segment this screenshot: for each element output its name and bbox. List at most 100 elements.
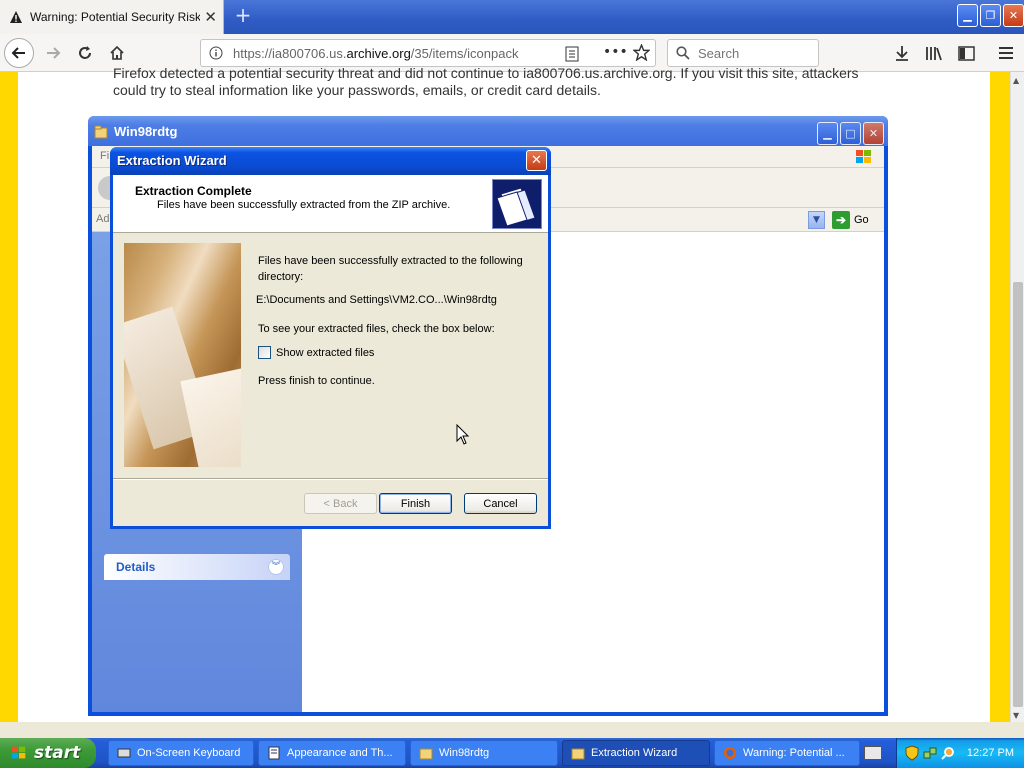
explorer-close-button[interactable]: ✕	[863, 122, 884, 145]
close-button[interactable]: ✕	[1003, 4, 1024, 27]
details-panel-header[interactable]: Details ︾	[104, 554, 290, 580]
taskbar: start On-Screen Keyboard Appearance and …	[0, 738, 1024, 768]
back-button-wizard[interactable]: < Back	[304, 493, 377, 514]
taskbar-item-label: Appearance and Th...	[287, 747, 393, 759]
reload-button[interactable]	[70, 38, 100, 68]
language-bar-icon[interactable]	[864, 746, 882, 760]
extract-path: E:\Documents and Settings\VM2.CO...\Win9…	[256, 294, 497, 306]
new-tab-icon[interactable]: +	[232, 4, 254, 28]
wizard-header-title: Extraction Complete	[135, 184, 252, 198]
details-label: Details	[116, 560, 156, 574]
back-button[interactable]	[4, 38, 34, 68]
extraction-wizard-dialog: Extraction Wizard ✕ Extraction Complete …	[110, 147, 551, 529]
success-line: Files have been successfully extracted t…	[258, 255, 523, 267]
sidebar-icon[interactable]	[956, 43, 976, 63]
taskbar-item-label: On-Screen Keyboard	[137, 747, 241, 759]
taskbar-item-label: Extraction Wizard	[591, 747, 678, 759]
url-text: https://ia800706.us.archive.org/35/items…	[233, 45, 519, 61]
checkbox-box[interactable]	[258, 346, 271, 359]
menu-file[interactable]: Fi	[100, 150, 109, 162]
warning-icon	[8, 9, 24, 25]
scroll-down-icon[interactable]: ▼	[1013, 711, 1019, 720]
start-label: start	[34, 743, 81, 763]
forward-button[interactable]	[38, 38, 68, 68]
browser-window-controls: ▁ ❐ ✕	[957, 4, 1024, 27]
search-icon	[676, 46, 690, 60]
wizard-title: Extraction Wizard	[117, 153, 227, 168]
explorer-titlebar[interactable]	[88, 116, 888, 146]
minimize-button[interactable]: ▁	[957, 4, 978, 27]
checkbox-label[interactable]: Show extracted files	[276, 347, 374, 359]
explorer-window-controls: ▁ □ ✕	[817, 122, 884, 145]
keyboard-icon	[117, 748, 131, 758]
tab-close-icon[interactable]: ✕	[204, 8, 217, 26]
folder-small-icon	[571, 748, 585, 760]
page-scrollbar[interactable]: ▲ ▼	[1010, 72, 1024, 722]
folder-icon	[94, 124, 108, 143]
zip-folder-small-icon	[419, 748, 433, 760]
home-button[interactable]	[102, 38, 132, 68]
wizard-header-subtitle: Files have been successfully extracted f…	[157, 199, 451, 211]
network-icon[interactable]	[923, 746, 937, 760]
zip-folder-icon	[492, 179, 542, 229]
library-icon[interactable]	[924, 43, 944, 63]
taskbar-item-win98rdtg[interactable]: Win98rdtg	[410, 740, 558, 766]
scroll-up-icon[interactable]: ▲	[1013, 76, 1019, 85]
success-line-2: directory:	[258, 271, 304, 283]
start-button[interactable]: start	[0, 738, 96, 768]
cancel-button[interactable]: Cancel	[464, 493, 537, 514]
firefox-icon	[724, 747, 736, 759]
finish-button[interactable]: Finish	[379, 493, 452, 514]
taskbar-item-appearance[interactable]: Appearance and Th...	[258, 740, 406, 766]
url-bar[interactable]: https://ia800706.us.archive.org/35/items…	[200, 39, 656, 67]
clock: 12:27 PM	[966, 747, 1014, 759]
scroll-thumb[interactable]	[1013, 282, 1023, 707]
wizard-close-button[interactable]: ✕	[526, 150, 547, 171]
taskbar-item-extraction-wizard[interactable]: Extraction Wizard	[562, 740, 710, 766]
explorer-title: Win98rdtg	[114, 124, 178, 139]
control-panel-icon	[268, 746, 280, 760]
reload-icon	[79, 46, 91, 59]
search-input[interactable]	[698, 45, 808, 61]
go-label: Go	[854, 214, 869, 226]
wizard-side-image	[124, 243, 241, 467]
show-extracted-files-checkbox[interactable]: Show extracted files	[258, 346, 374, 359]
info-icon[interactable]	[209, 46, 223, 60]
instruction-line: To see your extracted files, check the b…	[258, 323, 495, 335]
system-tray: 12:27 PM	[896, 738, 1024, 768]
page-actions-icon[interactable]: •••	[603, 44, 628, 60]
go-arrow-icon: ➔	[832, 211, 850, 229]
downloads-icon[interactable]	[892, 43, 912, 63]
address-label: Ad	[96, 213, 110, 225]
mouse-cursor-icon	[456, 424, 470, 445]
security-warning-text: Firefox detected a potential security th…	[113, 65, 859, 98]
windows-logo-icon	[11, 746, 26, 759]
go-button[interactable]: ➔ Go	[832, 211, 869, 229]
security-shield-icon[interactable]	[905, 745, 919, 761]
tab-title: Warning: Potential Security Risk A	[30, 10, 200, 24]
browser-tab[interactable]: Warning: Potential Security Risk A ✕	[0, 0, 224, 34]
taskbar-item-onscreen-keyboard[interactable]: On-Screen Keyboard	[108, 740, 254, 766]
taskbar-item-firefox[interactable]: Warning: Potential ...	[714, 740, 860, 766]
taskbar-item-label: Win98rdtg	[439, 747, 490, 759]
search-tray-icon[interactable]	[941, 746, 955, 760]
reader-view-icon[interactable]	[565, 46, 579, 66]
windows-flag-icon	[854, 148, 874, 166]
address-dropdown-icon[interactable]: ▼	[808, 211, 825, 229]
restore-button[interactable]: ❐	[980, 4, 1001, 27]
bookmark-star-icon[interactable]	[632, 43, 651, 65]
chevron-down-icon[interactable]: ︾	[268, 559, 284, 575]
wizard-header: Extraction Complete Files have been succ…	[113, 175, 548, 233]
taskbar-item-label: Warning: Potential ...	[743, 747, 845, 759]
browser-titlebar: Warning: Potential Security Risk A ✕ + ▁…	[0, 0, 1024, 34]
back-arrow-icon	[11, 47, 25, 59]
wizard-client-area: Extraction Complete Files have been succ…	[113, 175, 548, 526]
search-box[interactable]	[667, 39, 819, 67]
explorer-maximize-button[interactable]: □	[840, 122, 861, 145]
explorer-minimize-button[interactable]: ▁	[817, 122, 838, 145]
forward-arrow-icon	[47, 47, 61, 59]
finish-instruction: Press finish to continue.	[258, 375, 375, 387]
wizard-separator	[113, 478, 548, 480]
menu-icon[interactable]	[996, 43, 1016, 63]
home-icon	[110, 45, 124, 60]
